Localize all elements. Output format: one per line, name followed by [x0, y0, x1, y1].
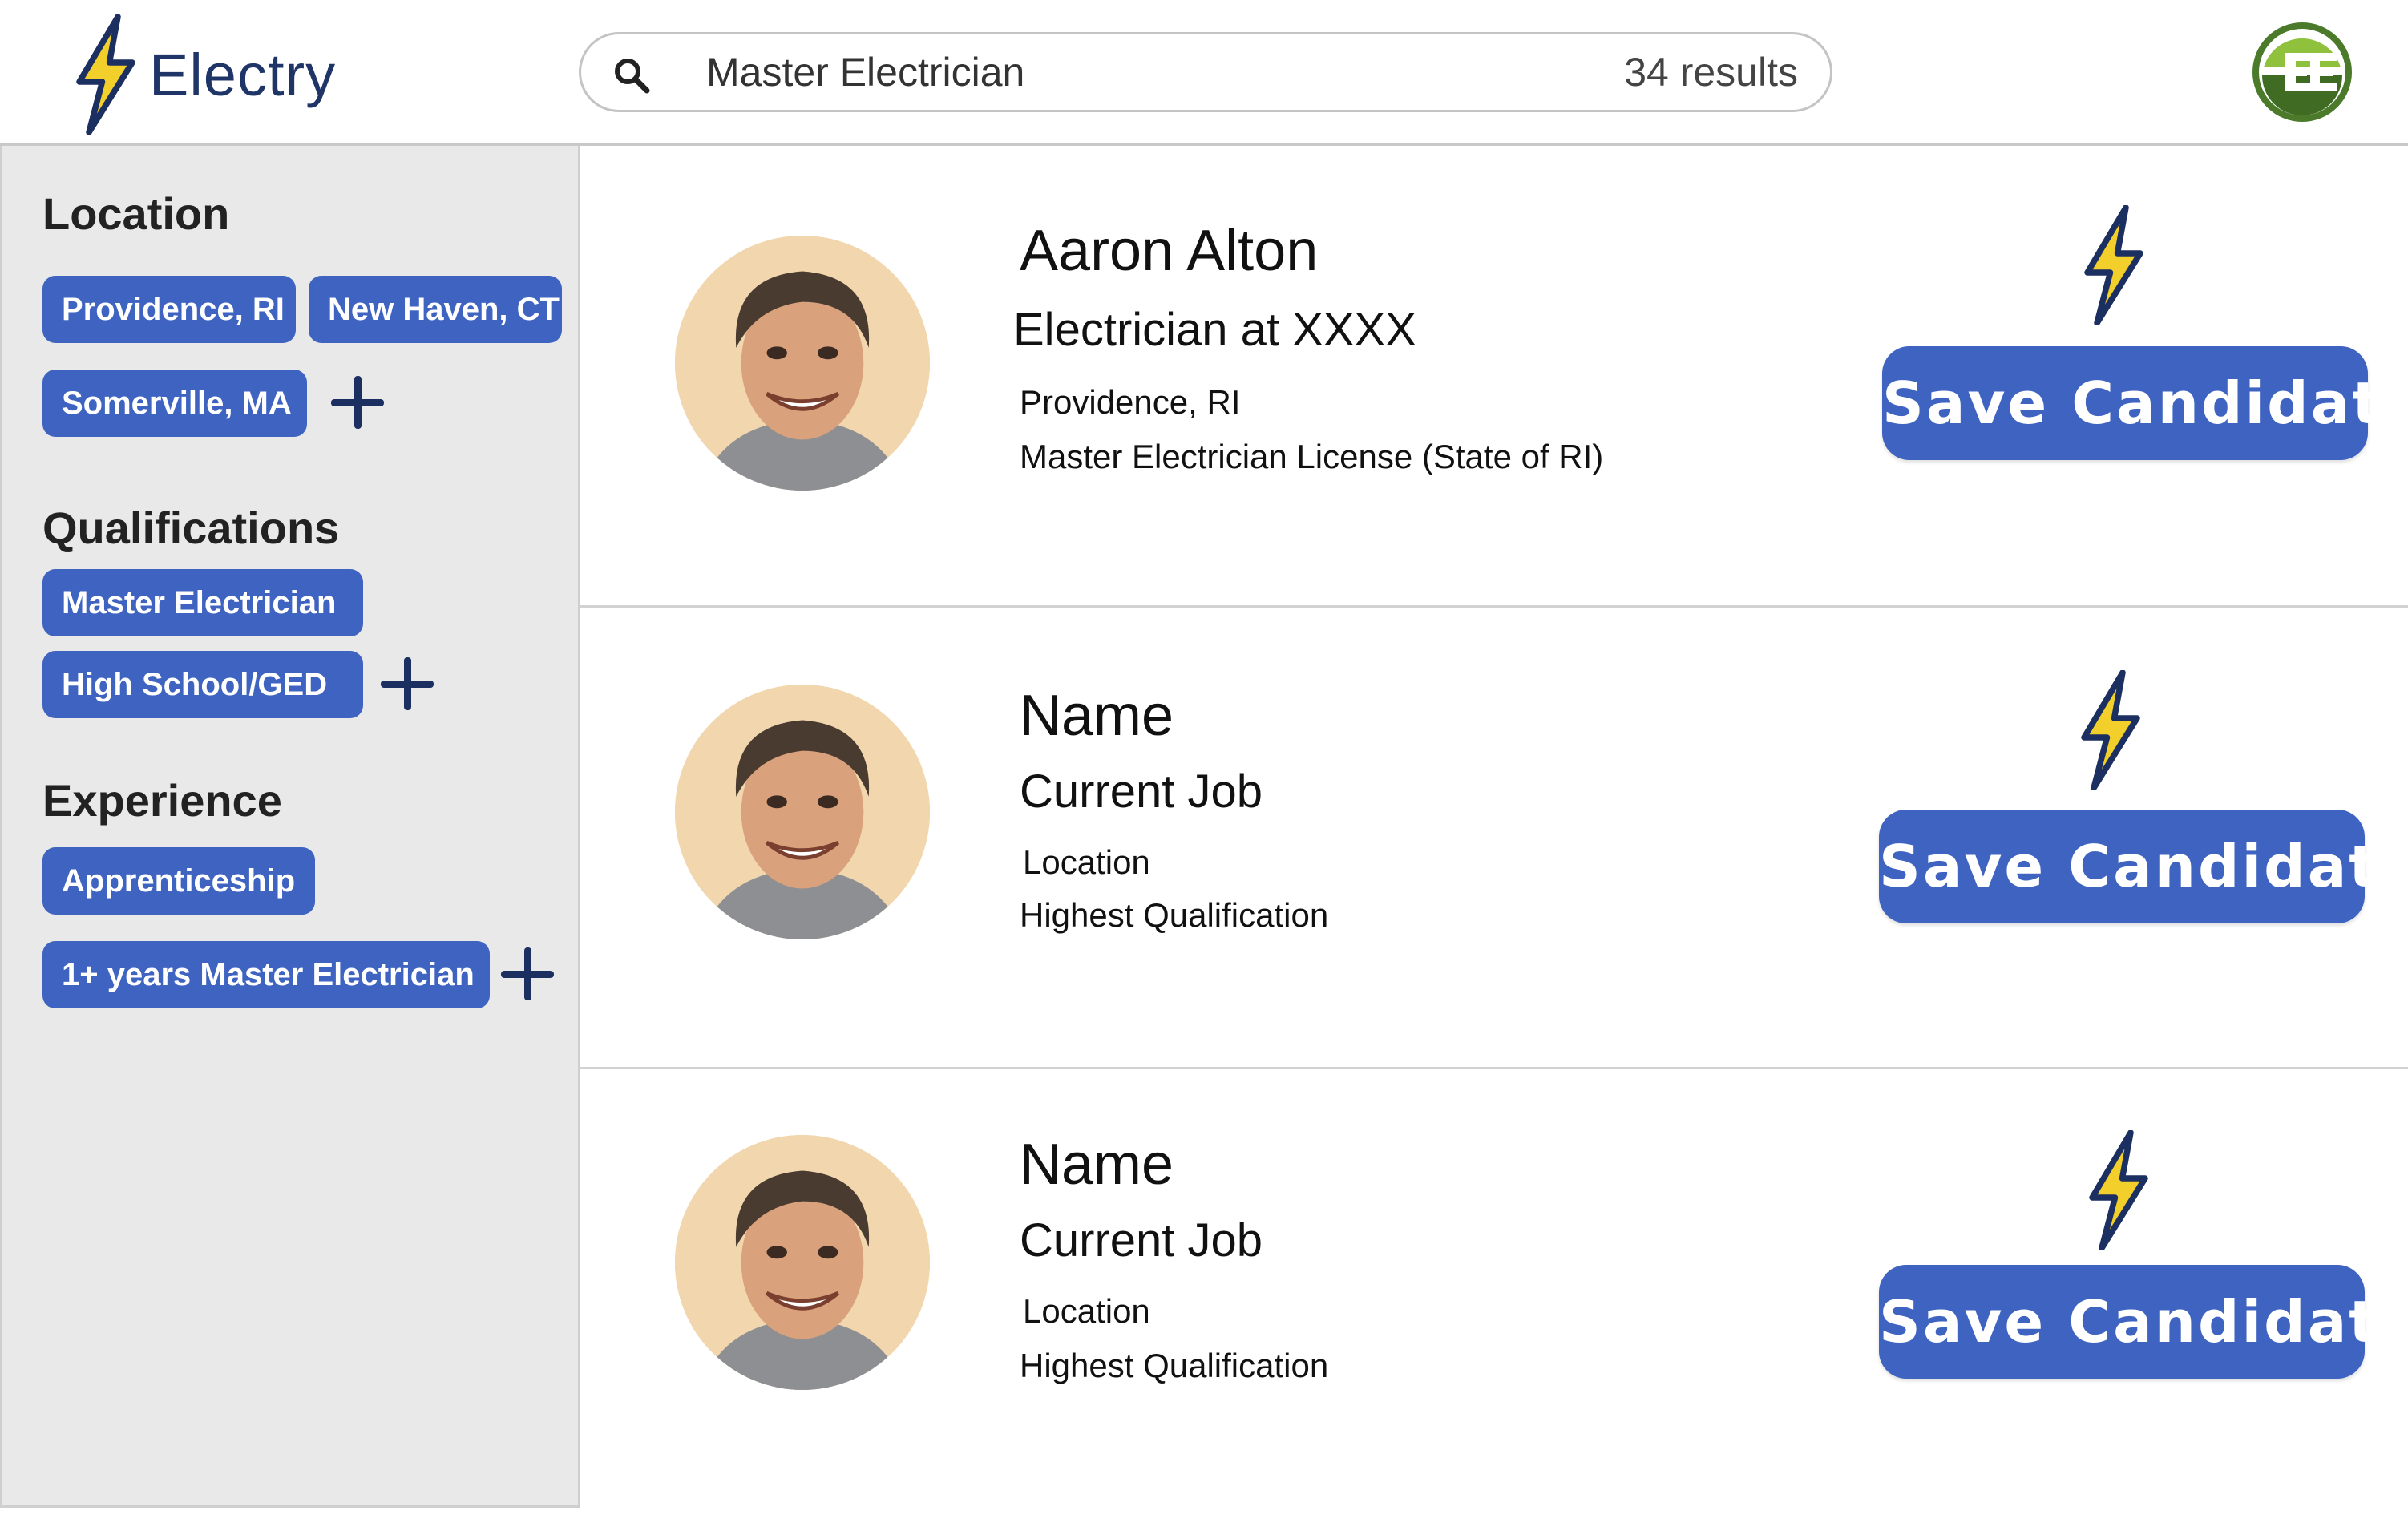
candidate-name[interactable]: Name	[1020, 1132, 1174, 1198]
search-icon[interactable]	[612, 55, 650, 94]
candidate-photo[interactable]	[675, 1135, 930, 1390]
candidate-photo[interactable]	[675, 236, 930, 491]
location-heading: Location	[42, 188, 230, 239]
lightning-bolt-icon	[69, 14, 143, 135]
candidate-qualification: Master Electrician License (State of RI)	[1020, 438, 1604, 475]
app-name: Electry	[149, 41, 337, 108]
filter-chip-qualification[interactable]: High School/GED	[42, 651, 363, 718]
experience-heading: Experience	[42, 775, 282, 826]
candidate-card: Name Current Job Location Highest Qualif…	[580, 1069, 2408, 1531]
candidate-photo-image	[675, 236, 930, 491]
candidate-job: Electrician at XXXX	[1013, 304, 1416, 356]
lightning-bolt-icon	[2075, 670, 2147, 790]
save-candidate-button[interactable]: Save Candidate	[1882, 346, 2408, 460]
filters-sidebar: Location Providence, RI New Haven, CT So…	[0, 146, 580, 1508]
add-experience-button[interactable]	[501, 947, 554, 1000]
save-candidate-button[interactable]: Save Candidate	[1879, 810, 2408, 923]
search-bar[interactable]: Master Electrician 34 results	[579, 32, 1832, 112]
candidate-location: Providence, RI	[1020, 383, 1241, 421]
lightning-bolt-icon	[2083, 1130, 2155, 1250]
candidate-job: Current Job	[1020, 766, 1263, 818]
candidate-location: Location	[1023, 843, 1150, 881]
filter-chip-location[interactable]: Providence, RI	[42, 276, 296, 343]
candidate-photo-image	[675, 685, 930, 939]
qualifications-heading: Qualifications	[42, 503, 340, 553]
candidate-location: Location	[1023, 1292, 1150, 1330]
brand[interactable]: Electry	[69, 14, 336, 135]
results-count: 34 results	[1624, 50, 1798, 95]
filter-chip-experience[interactable]: 1+ years Master Electrician	[42, 941, 490, 1008]
lightning-bolt-icon	[2078, 205, 2150, 325]
filter-chip-location[interactable]: New Haven, CT	[309, 276, 562, 343]
candidate-photo[interactable]	[675, 685, 930, 939]
filter-chip-location[interactable]: Somerville, MA	[42, 370, 307, 437]
add-location-button[interactable]	[331, 376, 384, 429]
candidate-list: Aaron Alton Electrician at XXXX Providen…	[580, 146, 2408, 1508]
candidate-photo-image	[675, 1135, 930, 1390]
candidate-name[interactable]: Name	[1020, 683, 1174, 749]
search-input[interactable]: Master Electrician	[706, 34, 1024, 110]
filter-chip-experience[interactable]: Apprenticeship	[42, 847, 315, 915]
candidate-job: Current Job	[1020, 1214, 1263, 1266]
candidate-name[interactable]: Aaron Alton	[1020, 218, 1318, 284]
add-qualification-button[interactable]	[381, 657, 434, 710]
candidate-card: Aaron Alton Electrician at XXXX Providen…	[580, 146, 2408, 608]
filter-chip-qualification[interactable]: Master Electrician	[42, 569, 363, 636]
top-bar: Electry Master Electrician 34 results	[0, 0, 2408, 146]
candidate-card: Name Current Job Location Highest Qualif…	[580, 608, 2408, 1069]
candidate-qualification: Highest Qualification	[1020, 1347, 1329, 1384]
electry-logo-icon[interactable]	[2252, 22, 2352, 122]
candidate-qualification: Highest Qualification	[1020, 896, 1329, 934]
save-candidate-button[interactable]: Save Candidate	[1879, 1265, 2408, 1379]
